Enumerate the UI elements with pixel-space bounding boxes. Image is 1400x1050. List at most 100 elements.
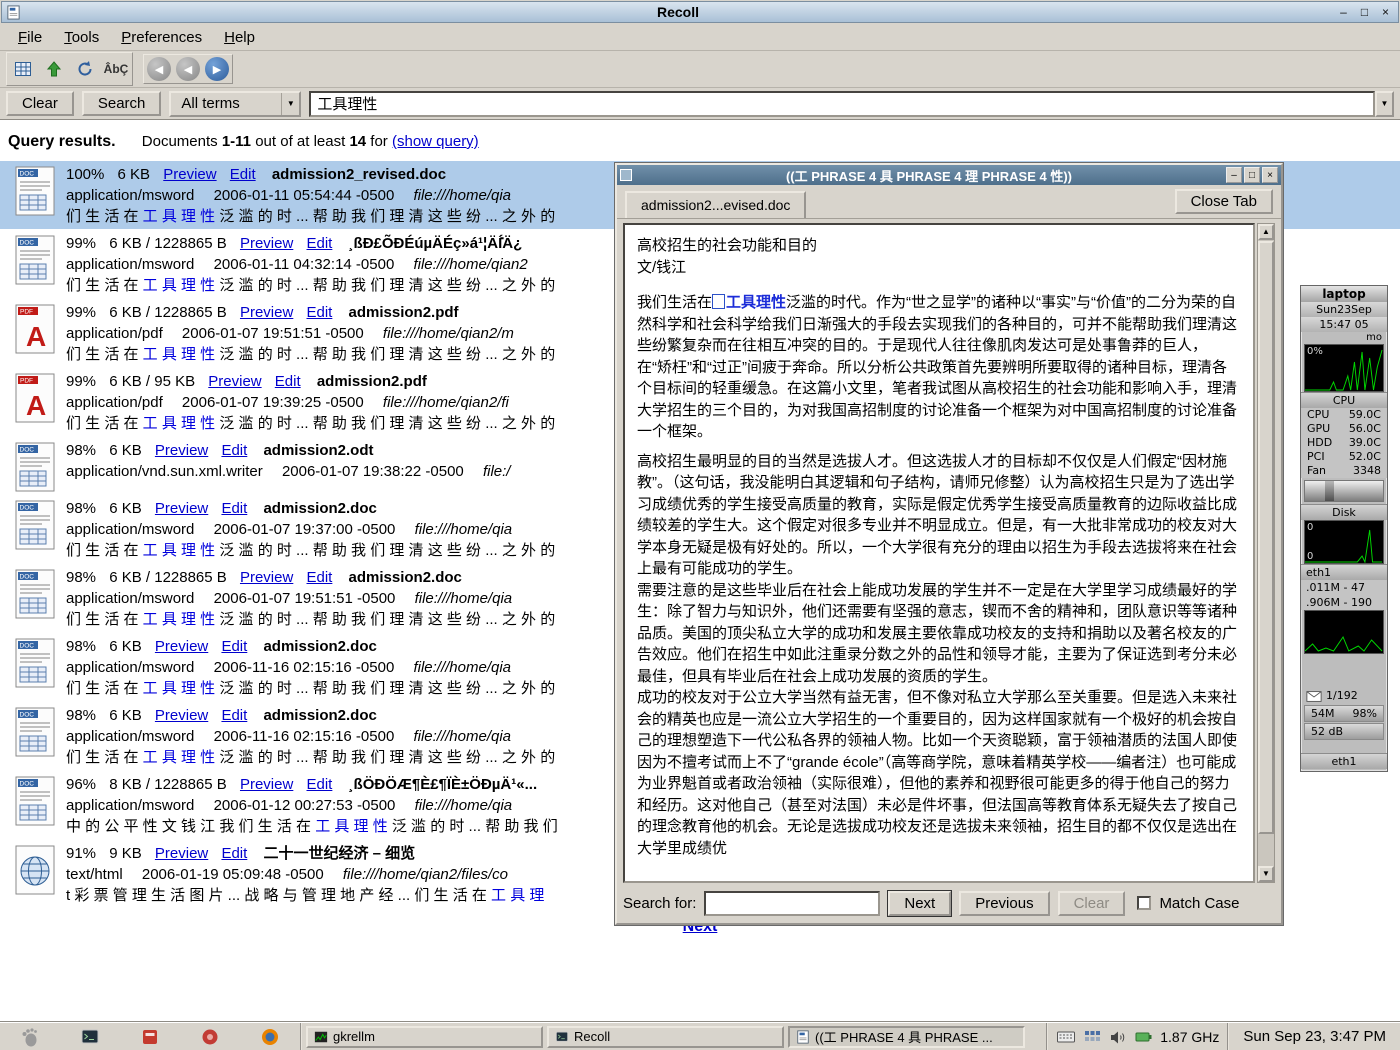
keyboard-layout-icon[interactable] <box>1056 1027 1076 1047</box>
maximize-icon[interactable]: □ <box>1356 4 1373 21</box>
task-preview-window[interactable]: ((工 PHRASE 4 具 PHRASE ... <box>788 1026 1025 1048</box>
query-history-dropdown-icon[interactable]: ▼ <box>1375 91 1394 117</box>
search-input[interactable] <box>309 91 1375 117</box>
edit-link[interactable]: Edit <box>307 776 333 793</box>
modified-date: 2006-01-07 19:38:22 -0500 <box>282 463 464 480</box>
minimize-icon[interactable]: – <box>1226 167 1242 183</box>
maximize-icon[interactable]: □ <box>1244 167 1260 183</box>
abstract-text: 中 的 公 平 性 文 钱 江 我 们 生 活 在 <box>66 818 315 835</box>
gnome-menu-button[interactable] <box>17 1025 43 1049</box>
search-button[interactable]: Search <box>82 91 162 116</box>
result-filename: ¸ßÖÐÖÆ¶È£¶ÏÈ±ÖÐµÄ¹«... <box>349 776 538 793</box>
spellcheck-icon: ÂbÇ <box>104 62 129 76</box>
close-icon[interactable]: × <box>1262 167 1278 183</box>
close-tab-button[interactable]: Close Tab <box>1175 189 1273 214</box>
scrollbar-thumb[interactable] <box>1258 241 1274 834</box>
gkrellm-monitor[interactable]: laptop Sun23Sep 15:47 05 mo 0% CPU CPU 5… <box>1300 285 1388 772</box>
results-count-text: out of at least <box>255 133 345 150</box>
match-case-checkbox[interactable] <box>1137 896 1151 910</box>
file-size: 6 KB / 95 KB <box>109 373 195 390</box>
scroll-down-icon[interactable]: ▼ <box>1258 866 1274 882</box>
task-gkrellm[interactable]: gkrellm <box>306 1026 543 1048</box>
scroll-up-icon[interactable]: ▲ <box>1258 224 1274 240</box>
reload-button[interactable] <box>71 55 99 83</box>
preview-link[interactable]: Preview <box>240 304 293 321</box>
preview-link[interactable]: Preview <box>163 166 216 183</box>
results-range: 1-11 <box>222 133 251 150</box>
edit-link[interactable]: Edit <box>221 638 247 655</box>
preview-document-area[interactable]: 高校招生的社会功能和目的 文/钱江 我们生活在工具理性泛滥的时代。作为“世之显学… <box>623 223 1255 883</box>
edit-link[interactable]: Edit <box>221 707 247 724</box>
preview-link[interactable]: Preview <box>155 500 208 517</box>
edit-link[interactable]: Edit <box>307 235 333 252</box>
edit-link[interactable]: Edit <box>307 304 333 321</box>
close-icon[interactable]: × <box>1377 4 1394 21</box>
sensor-value: 56.0C <box>1349 422 1381 436</box>
preview-link[interactable]: Preview <box>155 442 208 459</box>
file-size: 6 KB <box>109 442 142 459</box>
first-page-button[interactable]: ◀ <box>147 57 171 81</box>
task-label: gkrellm <box>333 1029 375 1044</box>
doc-file-icon <box>4 498 66 561</box>
taskbar-clock[interactable]: Sun Sep 23, 3:47 PM <box>1227 1023 1400 1050</box>
menu-tools[interactable]: Tools <box>54 25 109 50</box>
edit-link[interactable]: Edit <box>275 373 301 390</box>
recoll-titlebar[interactable]: Recoll – □ × <box>1 1 1399 23</box>
firefox-launcher[interactable] <box>257 1025 283 1049</box>
preview-scrollbar[interactable]: ▲ ▼ <box>1257 223 1275 883</box>
query-combo: ▼ <box>309 91 1394 117</box>
sort-button[interactable] <box>40 55 68 83</box>
preview-link[interactable]: Preview <box>240 235 293 252</box>
battery-icon[interactable] <box>1134 1027 1154 1047</box>
abstract-text: 们 生 活 在 <box>66 611 143 628</box>
menu-preferences[interactable]: Preferences <box>111 25 212 50</box>
document-icon <box>796 1030 810 1044</box>
preview-link[interactable]: Preview <box>155 707 208 724</box>
minimize-icon[interactable]: – <box>1335 4 1352 21</box>
preview-titlebar[interactable]: ((工 PHRASE 4 具 PHRASE 4 理 PHRASE 4 性)) –… <box>617 165 1281 185</box>
edit-link[interactable]: Edit <box>307 569 333 586</box>
search-mode-value: All terms <box>171 95 281 112</box>
abstract-match: 工 具 理 性 <box>143 277 216 294</box>
abstract-match: 工 具 理 <box>491 887 544 904</box>
menu-file[interactable]: File <box>8 25 52 50</box>
doc-text: 泛滥的时代。作为“世之显学”的诸种以“事实”与“价值”的二分为荣的自然科学和社会… <box>637 294 1237 440</box>
search-mode-select[interactable]: All terms ▼ <box>169 91 301 117</box>
clear-button[interactable]: Clear <box>6 91 74 116</box>
results-count-text: for <box>370 133 388 150</box>
toolbar-group-nav: ◀ ◀ ▶ <box>143 54 233 84</box>
edit-link[interactable]: Edit <box>221 442 247 459</box>
find-previous-button[interactable]: Previous <box>959 891 1049 916</box>
edit-link[interactable]: Edit <box>221 845 247 862</box>
file-url: file:///home/qia <box>413 659 511 676</box>
gkrellm-date: Sun23Sep <box>1301 302 1387 317</box>
chart-icon <box>314 1030 328 1044</box>
firefox-icon <box>260 1027 280 1047</box>
speaker-icon[interactable] <box>1108 1027 1128 1047</box>
find-clear-button[interactable]: Clear <box>1058 891 1126 916</box>
find-input[interactable] <box>704 891 880 916</box>
app-launcher-1[interactable] <box>137 1025 163 1049</box>
memory-meter: 54M 98% <box>1304 705 1384 722</box>
find-next-button[interactable]: Next <box>888 891 951 916</box>
prev-page-button[interactable]: ◀ <box>176 57 200 81</box>
table-view-button[interactable] <box>9 55 37 83</box>
preview-tab[interactable]: admission2...evised.doc <box>625 191 806 218</box>
term-explorer-button[interactable]: ÂbÇ <box>102 55 130 83</box>
next-page-button[interactable]: ▶ <box>205 57 229 81</box>
file-size: 6 KB <box>109 707 142 724</box>
workspace-grid-icon[interactable] <box>1082 1027 1102 1047</box>
menu-help[interactable]: Help <box>214 25 265 50</box>
task-recoll[interactable]: Recoll <box>547 1026 784 1048</box>
edit-link[interactable]: Edit <box>230 166 256 183</box>
show-query-link[interactable]: (show query) <box>392 133 479 150</box>
cpu-percent: 0% <box>1307 346 1323 357</box>
edit-link[interactable]: Edit <box>221 500 247 517</box>
preview-link[interactable]: Preview <box>240 776 293 793</box>
preview-link[interactable]: Preview <box>240 569 293 586</box>
preview-link[interactable]: Preview <box>155 845 208 862</box>
preview-link[interactable]: Preview <box>155 638 208 655</box>
terminal-launcher[interactable] <box>77 1025 103 1049</box>
preview-link[interactable]: Preview <box>208 373 261 390</box>
app-launcher-2[interactable] <box>197 1025 223 1049</box>
